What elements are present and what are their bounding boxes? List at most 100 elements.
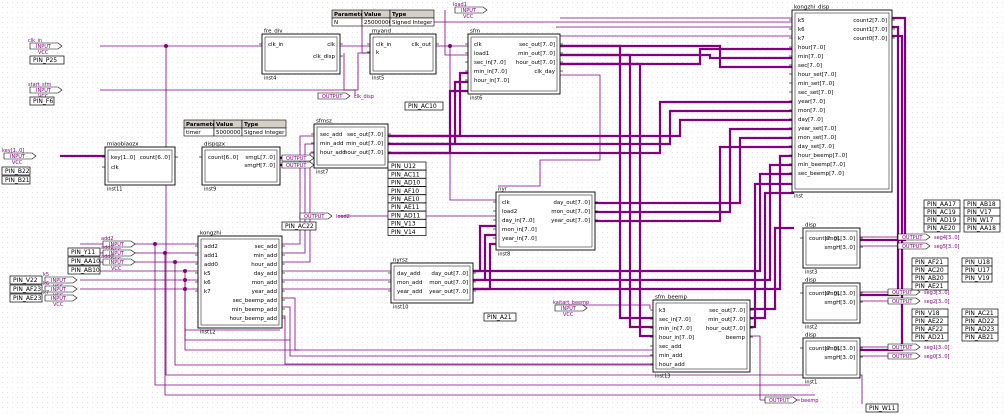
port-label-right: smgH[3..0]: [824, 300, 855, 306]
pin-assign-dispqzx: PIN_AE11: [391, 204, 420, 211]
schematic-canvas[interactable]: ParameterNValue25000000TypeSigned Intege…: [0, 0, 1004, 414]
block-title: disp: [805, 333, 817, 339]
block-title: disp: [805, 278, 817, 284]
pin-assign-k7: PIN_AE23: [13, 295, 42, 302]
port-label-right: count[6..0]: [140, 155, 170, 161]
pin-vcc: VCC: [111, 266, 122, 272]
pin-direction: INPUT: [10, 154, 26, 160]
pin-smgL-out: OUTPUT: [281, 154, 315, 162]
pin-assign-seg45-right: PIN_AA18: [967, 225, 996, 232]
pin-assign-seg23-left: PIN_AF21: [915, 259, 943, 266]
port-label-left: year_add: [397, 289, 422, 295]
block-title: nyr: [498, 187, 508, 193]
block-title: nyrsz: [393, 258, 408, 264]
port-label-left: add1: [204, 253, 218, 259]
pin-assign-seg01-left: PIN_AD21: [915, 334, 944, 341]
block-title: fre_div: [264, 29, 283, 35]
block-title: dispqzx: [204, 142, 226, 148]
block-instance-label: inst: [794, 194, 803, 200]
pin-assign-k6: PIN_AF23: [13, 286, 41, 293]
table-cell-text: 5000000: [216, 130, 241, 136]
pin-assign-dispqzx: PIN_AD11: [391, 212, 420, 219]
port-label-left: sec_add: [659, 344, 681, 350]
pin-direction: INPUT: [36, 88, 52, 94]
block-instance-label: inst11: [107, 187, 123, 193]
port-label-left: k6: [204, 280, 211, 286]
port-label-left: clk_in: [268, 42, 284, 48]
port-label-right: min_out[7..0]: [708, 317, 745, 323]
table-header-text: Type: [244, 122, 259, 128]
pin-direction: INPUT: [51, 287, 67, 293]
port-label-right: hour_beemp_add: [229, 316, 277, 322]
port-label-left: mon_in[7..0]: [502, 227, 537, 233]
port-label-right: hour_out[7..0]: [344, 150, 383, 156]
pin-assign-seg01-right: PIN_AC21: [965, 310, 994, 317]
pin-assign-dispqzx: PIN_AD10: [391, 180, 420, 187]
pin-load2: OUTPUT load2: [299, 212, 350, 220]
table-cell-text: Signed Integer: [392, 20, 433, 26]
port-label-left: min[7..0]: [798, 54, 823, 60]
port-label-left: min_add: [659, 353, 682, 359]
block-instance-label: inst13: [655, 374, 671, 380]
pin-signal-label: load2: [336, 214, 350, 220]
port-label-right: clk_day: [534, 69, 555, 75]
table-cell-text: timer: [186, 130, 201, 136]
block-title: miaobiaozx: [107, 142, 139, 148]
pin-signal-label: k6: [43, 281, 49, 287]
pin-direction: OUTPUT: [892, 354, 913, 360]
pin-assign-key: PIN_B21: [5, 177, 30, 184]
table-header-text: Value: [364, 12, 381, 18]
port-label-right: clk_out: [412, 42, 432, 48]
port-label-left: sec_in[7..0]: [659, 317, 691, 323]
pin-assign-load2: PIN_AC22: [285, 223, 314, 230]
block-instance-label: inst2: [805, 325, 817, 331]
pin-assign-seg01-left: PIN_AE22: [915, 318, 944, 325]
block-sfm: sfm inst6 clk load1 sec_in[7..0] min_in[7..0]…: [465, 29, 563, 102]
block-instance-label: inst6: [470, 96, 482, 102]
pin-assign-dispqzx: PIN_U12: [391, 163, 416, 170]
pin-assign-seg45-left: PIN_AE20: [927, 225, 956, 232]
block-instance-label: inst7: [316, 170, 328, 176]
pin-assign-seg45-right: PIN_W17: [967, 217, 994, 224]
pin-assign-seg01-right: PIN_AD22: [965, 318, 994, 325]
pin-smgH-out: OUTPUT: [281, 161, 315, 169]
port-label-left: min_beemp[7..0]: [798, 162, 845, 168]
port-label-right: smgH[7..0]: [244, 163, 275, 169]
port-label-right: smgL[3..0]: [825, 236, 855, 242]
port-label-right: year_add: [252, 289, 277, 295]
port-label-left: min_set[7..0]: [798, 81, 834, 87]
pin-assign-seg45-left: PIN_AC19: [927, 209, 956, 216]
port-label-right: sec_out[7..0]: [709, 308, 745, 314]
port-label-left: k5: [798, 18, 805, 24]
block-instance-label: inst8: [498, 252, 510, 258]
port-label-left: hour[7..0]: [798, 45, 825, 51]
port-label-left: sec_set[7..0]: [798, 90, 833, 96]
port-label-left: year_in[7..0]: [502, 236, 537, 242]
pin-direction: OUTPUT: [286, 163, 307, 169]
port-label-right: year_out[7..0]: [429, 289, 468, 295]
pin-direction: INPUT: [561, 306, 577, 312]
port-label-left: mon[7..0]: [798, 108, 825, 114]
port-label-right: smgH[3..0]: [824, 245, 855, 251]
block-sfm_beemp: sfm_beemp inst13 k3 sec_in[7..0] min_in[7..0…: [650, 295, 753, 380]
param-table-fre-div: ParameterNValue25000000TypeSigned Intege…: [331, 9, 435, 27]
port-label-left: hour_set[7..0]: [798, 72, 837, 78]
block-title: sfm: [470, 29, 480, 35]
port-label-left: clk_in: [376, 42, 392, 48]
pin-direction: OUTPUT: [902, 244, 923, 250]
port-label-left: day[7..0]: [798, 117, 823, 123]
table-cell-text: 25000000: [364, 20, 392, 26]
port-label-left: key[1..0]: [111, 155, 135, 161]
port-label-right: min_out[7..0]: [518, 51, 555, 57]
port-label-left: hour_in[7..0]: [474, 78, 509, 84]
port-label-left: min_add: [320, 141, 343, 147]
port-label-left: k7: [798, 36, 805, 42]
pin-direction: OUTPUT: [892, 345, 913, 351]
pin-assign-dispqzx: PIN_V14: [391, 229, 416, 236]
port-label-right: smgL[3..0]: [825, 346, 855, 352]
pin-assign-seg01-left: PIN_AF22: [915, 326, 943, 333]
block-myand: myandinst5clk_inkclk_out: [367, 29, 439, 82]
port-label-left: mon_set[7..0]: [798, 135, 836, 141]
port-label-left: year_set[7..0]: [798, 126, 836, 132]
pin-assign-seg23-right: PIN_V19: [965, 275, 990, 282]
